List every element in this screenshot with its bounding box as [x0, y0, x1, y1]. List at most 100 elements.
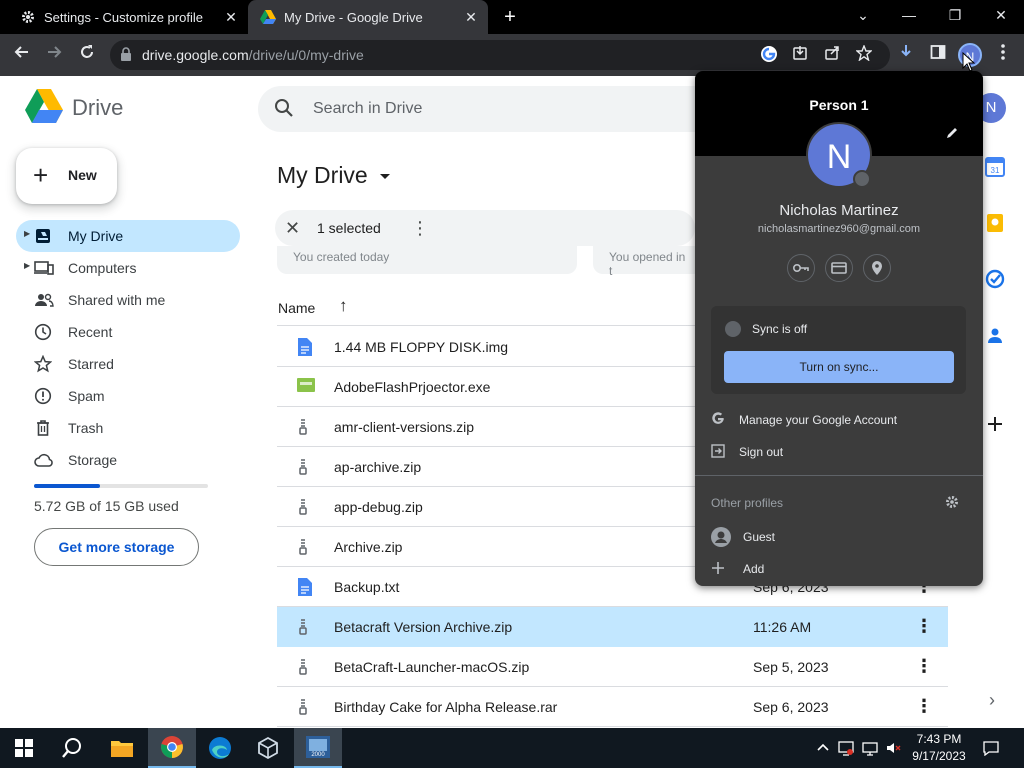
new-tab-button[interactable]: +: [498, 5, 522, 29]
sidebar-item-starred[interactable]: Starred: [16, 348, 240, 380]
sync-status: Sync is off: [752, 322, 808, 336]
selection-toolbar: ✕ 1 selected ⋮: [275, 210, 695, 246]
search-icon[interactable]: [48, 728, 96, 768]
google-g-icon: [711, 412, 727, 428]
cloud-icon: [34, 451, 53, 469]
sidebar-item-label: Spam: [68, 388, 105, 404]
row-more-actions-icon[interactable]: ⋮: [915, 696, 933, 716]
suggested-reason: You opened in t: [609, 250, 686, 278]
windows-start-icon[interactable]: [0, 728, 48, 768]
file-explorer-icon[interactable]: [98, 728, 146, 768]
passwords-key-icon[interactable]: [787, 254, 815, 282]
download-icon[interactable]: [893, 42, 919, 68]
keep-icon[interactable]: [985, 213, 1007, 235]
document-file-icon: [297, 578, 315, 596]
bookmark-star-icon[interactable]: [855, 44, 876, 65]
sidebar-item-recent[interactable]: Recent: [16, 316, 240, 348]
sidebar-item-trash[interactable]: Trash: [16, 412, 240, 444]
page-title[interactable]: My Drive: [277, 162, 368, 189]
drive-logo-icon[interactable]: [25, 89, 63, 128]
expand-caret-icon[interactable]: ▶: [24, 229, 30, 238]
notifications-icon[interactable]: [983, 740, 999, 757]
clock-date[interactable]: 9/17/2023: [906, 749, 972, 763]
other-profiles-heading: Other profiles: [711, 496, 784, 510]
chrome-icon[interactable]: [148, 728, 196, 768]
sort-arrow-icon[interactable]: ↑: [339, 296, 348, 316]
table-row[interactable]: BetaCraft-Launcher-macOS.zip Sep 5, 2023 ⋮: [277, 647, 948, 687]
chevron-right-icon[interactable]: ›: [989, 690, 995, 711]
document-file-icon: [297, 338, 315, 356]
clock-time[interactable]: 7:43 PM: [906, 732, 972, 746]
manage-google-account-item[interactable]: Manage your Google Account: [695, 405, 983, 435]
chevron-down-icon[interactable]: [380, 174, 390, 179]
share-icon[interactable]: [824, 45, 844, 65]
add-profile-item[interactable]: Add: [695, 554, 983, 584]
app-title[interactable]: Drive: [72, 95, 123, 121]
new-button[interactable]: + New: [16, 148, 117, 204]
guest-profile-item[interactable]: Guest: [695, 522, 983, 552]
url-text: drive.google.com/drive/u/0/my-drive: [142, 47, 364, 63]
add-app-icon[interactable]: [985, 414, 1007, 436]
address-location-icon[interactable]: [863, 254, 891, 282]
volume-muted-icon[interactable]: [886, 740, 902, 756]
back-arrow-icon[interactable]: [8, 42, 34, 68]
sidebar-item-spam[interactable]: Spam: [16, 380, 240, 412]
suggested-card[interactable]: You created today: [277, 246, 577, 274]
file-last-modified: Sep 6, 2023: [753, 699, 829, 715]
row-more-actions-icon[interactable]: ⋮: [915, 656, 933, 676]
windows-2000-vm-icon[interactable]: 2000: [294, 728, 342, 768]
minimize-button[interactable]: —: [886, 0, 932, 30]
suggested-card[interactable]: You opened in t: [593, 246, 703, 278]
edit-pencil-icon[interactable]: [945, 126, 959, 145]
contacts-icon[interactable]: [985, 325, 1007, 347]
row-more-actions-icon[interactable]: ⋮: [915, 616, 933, 636]
lock-icon[interactable]: [120, 47, 132, 66]
maximize-button[interactable]: ❐: [932, 0, 978, 30]
close-window-button[interactable]: ✕: [978, 0, 1024, 30]
tab-settings[interactable]: Settings - Customize profile ✕: [14, 0, 246, 34]
sidebar-item-label: Recent: [68, 324, 113, 340]
chevron-up-icon[interactable]: [816, 740, 832, 756]
sidebar-item-my-drive[interactable]: ▶ My Drive: [16, 220, 240, 252]
column-name-header[interactable]: Name: [278, 300, 315, 316]
table-row[interactable]: Birthday Cake for Alpha Release.rar Sep 6…: [277, 687, 948, 727]
calendar-icon[interactable]: 31: [985, 157, 1007, 179]
google-lens-icon[interactable]: [760, 45, 780, 65]
tab-search-button[interactable]: ⌄: [840, 0, 886, 30]
clear-selection-icon[interactable]: ✕: [285, 218, 300, 238]
turn-on-sync-button[interactable]: Turn on sync...: [724, 351, 954, 383]
virtualbox-icon[interactable]: [244, 728, 292, 768]
display-icon[interactable]: [862, 740, 878, 756]
tab-google-drive[interactable]: My Drive - Google Drive ✕: [248, 0, 488, 34]
manage-profiles-gear-icon[interactable]: [945, 495, 959, 514]
expand-caret-icon[interactable]: ▶: [24, 261, 30, 270]
edge-icon[interactable]: [196, 728, 244, 768]
more-actions-icon[interactable]: ⋮: [411, 216, 429, 240]
address-bar[interactable]: drive.google.com/drive/u/0/my-drive: [110, 40, 890, 70]
new-button-label: New: [68, 167, 97, 183]
search-bar[interactable]: Search in Drive: [258, 86, 698, 132]
sidebar-item-storage[interactable]: Storage: [16, 444, 240, 476]
sidebar-item-computers[interactable]: ▶ Computers: [16, 252, 240, 284]
payment-card-icon[interactable]: [825, 254, 853, 282]
file-name: BetaCraft-Launcher-macOS.zip: [334, 659, 530, 675]
sign-out-item[interactable]: Sign out: [695, 437, 983, 467]
forward-arrow-icon[interactable]: [42, 42, 68, 68]
tasks-icon[interactable]: [985, 269, 1007, 291]
install-app-icon[interactable]: [792, 45, 812, 65]
kebab-menu-icon[interactable]: [990, 42, 1016, 68]
tab-close-icon[interactable]: ✕: [222, 9, 240, 26]
side-panel-icon[interactable]: [925, 42, 951, 68]
get-more-storage-button[interactable]: Get more storage: [34, 528, 199, 566]
search-icon[interactable]: [274, 98, 294, 123]
tab-close-icon[interactable]: ✕: [462, 9, 480, 26]
reload-icon[interactable]: [74, 42, 100, 68]
menu-item-label: Sign out: [739, 445, 784, 459]
zip-archive-icon: [297, 458, 315, 476]
network-icon[interactable]: [838, 740, 854, 756]
file-name: Backup.txt: [334, 579, 400, 595]
sidebar-item-shared-with-me[interactable]: Shared with me: [16, 284, 240, 316]
search-input[interactable]: Search in Drive: [313, 100, 422, 118]
table-row[interactable]: Betacraft Version Archive.zip 11:26 AM ⋮: [277, 607, 948, 647]
star-icon: [33, 354, 53, 373]
